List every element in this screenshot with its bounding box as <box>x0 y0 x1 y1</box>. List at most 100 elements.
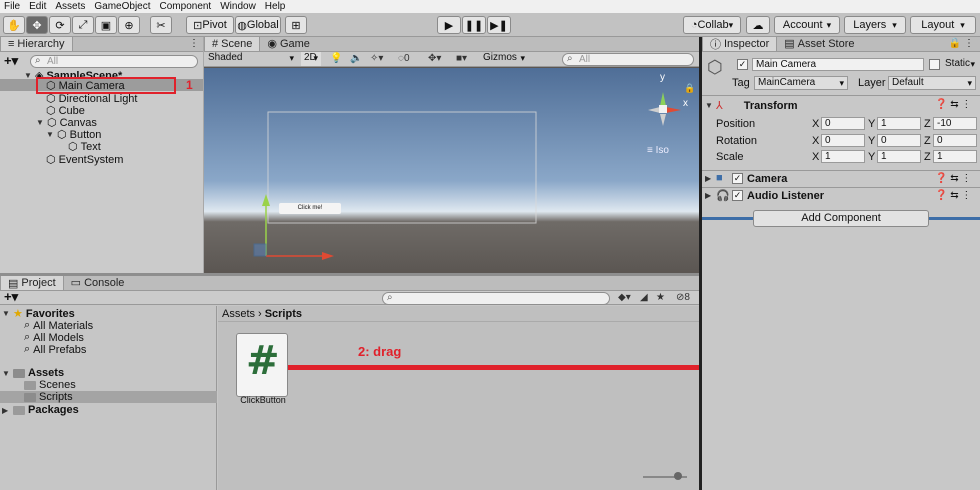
rotation-y-field[interactable]: 0 <box>877 134 921 147</box>
component-menu-icons[interactable]: ❓ ⇆ ⋮ <box>935 173 971 184</box>
static-dropdown[interactable]: Static <box>942 58 978 72</box>
breadcrumb-scripts[interactable]: Scripts <box>265 308 302 320</box>
component-menu-icons[interactable]: ❓ ⇆ ⋮ <box>935 190 971 201</box>
tools-icon[interactable]: ✥▾ <box>428 53 441 64</box>
scale-x-field[interactable]: 1 <box>821 150 865 163</box>
transform-icon: ⅄ <box>716 100 723 112</box>
menu-gameobject[interactable]: GameObject <box>94 1 150 12</box>
packages-row[interactable]: ▶ Packages <box>2 404 79 416</box>
camera-header[interactable]: ▶ ■ <box>705 172 723 184</box>
collab-dropdown[interactable]: ◔ Collab ▾ <box>683 16 741 34</box>
component-menu-icons[interactable]: ❓ ⇆ ⋮ <box>935 99 971 110</box>
item-label: Canvas <box>59 116 97 129</box>
active-checkbox[interactable]: ✓ <box>737 59 748 70</box>
lock-icon[interactable]: 🔒 ⋮ <box>949 38 974 49</box>
tab-asset-store[interactable]: ▤ Asset Store <box>777 37 861 51</box>
menu-assets[interactable]: Assets <box>55 1 85 12</box>
scale-z-field[interactable]: 1 <box>933 150 977 163</box>
add-icon[interactable]: +▾ <box>4 289 18 305</box>
static-checkbox[interactable] <box>929 59 940 70</box>
shading-dropdown[interactable]: Shaded <box>205 52 297 66</box>
play-button[interactable]: ▶ <box>437 16 461 34</box>
assets-row[interactable]: ▼ Assets <box>2 367 64 379</box>
snap-icon[interactable]: ⊞ <box>285 16 307 34</box>
tag-dropdown[interactable]: MainCamera <box>754 76 848 90</box>
script-asset[interactable]: # <box>236 333 288 397</box>
lock-icon[interactable]: 🔒 <box>684 83 695 94</box>
audio-enabled-checkbox[interactable]: ✓ <box>732 190 743 201</box>
hierarchy-item-eventsystem[interactable]: ⬡ EventSystem <box>46 153 123 167</box>
star-icon[interactable]: ★ <box>656 292 665 303</box>
tab-game[interactable]: ◉ Game <box>260 37 317 51</box>
filter-type-icon[interactable]: ◆▾ <box>618 292 631 303</box>
pivot-button[interactable]: ⊡ Pivot <box>186 16 234 34</box>
menu-window[interactable]: Window <box>220 1 256 12</box>
camera-icon[interactable]: ■▾ <box>456 53 467 64</box>
add-icon[interactable]: +▾ <box>4 53 18 69</box>
transform-header[interactable]: ▼ ⅄ Transform <box>705 99 798 113</box>
scale-y-field[interactable]: 1 <box>877 150 921 163</box>
mode-2d-toggle[interactable]: 2D <box>301 52 321 66</box>
camera-label: Camera <box>747 173 788 185</box>
tab-scene[interactable]: # Scene <box>204 37 261 51</box>
menu-component[interactable]: Component <box>160 1 212 12</box>
tab-hierarchy[interactable]: ≡ Hierarchy <box>0 37 73 51</box>
visibility-icon[interactable]: ◌0 <box>398 53 410 64</box>
custom-tool-icon[interactable]: ✂ <box>150 16 172 34</box>
menu-file[interactable]: File <box>4 1 20 12</box>
move-tool-icon[interactable]: ✥ <box>26 16 48 34</box>
tab-console[interactable]: ▭ Console <box>64 276 132 290</box>
global-label: Global <box>246 19 279 31</box>
tag-icon[interactable]: ◢ <box>640 292 648 303</box>
divider <box>702 95 980 96</box>
more-icon[interactable]: ⋮ <box>189 38 199 49</box>
object-name-field[interactable]: Main Camera <box>752 58 924 71</box>
pause-button[interactable]: ❚❚ <box>462 16 486 34</box>
scene-ui-button[interactable]: Click me! <box>279 203 341 214</box>
audio-listener-header[interactable]: ▶ 🎧 <box>705 189 730 202</box>
position-z-field[interactable]: -10 <box>933 117 977 130</box>
tab-project[interactable]: ▤ Project <box>0 276 64 290</box>
account-dropdown[interactable]: Account ▾ <box>774 16 840 34</box>
project-search-input[interactable] <box>382 292 610 305</box>
light-icon[interactable]: 💡 <box>330 53 342 64</box>
favorite-all-prefabs[interactable]: ⌕ All Prefabs <box>24 343 86 356</box>
position-x-field[interactable]: 0 <box>821 117 865 130</box>
cube-icon: ⬡ <box>68 141 78 153</box>
scene-search-input[interactable]: All <box>562 53 694 66</box>
zoom-slider-handle[interactable] <box>674 472 682 480</box>
global-button[interactable]: ◍ Global <box>235 16 281 34</box>
step-button[interactable]: ▶❚ <box>487 16 511 34</box>
cloud-button[interactable]: ☁ <box>746 16 770 34</box>
project-tabbar: ▤ Project ▭ Console <box>0 276 700 291</box>
scene-viewport[interactable]: Click me! y x 🔒 ≡ Iso <box>204 68 699 273</box>
hierarchy-item-text[interactable]: ⬡ Text <box>68 140 101 154</box>
gizmos-dropdown[interactable]: Gizmos <box>480 52 528 66</box>
menu-edit[interactable]: Edit <box>29 1 46 12</box>
folder-scenes[interactable]: Scenes <box>24 379 76 391</box>
camera-enabled-checkbox[interactable]: ✓ <box>732 173 743 184</box>
layers-dropdown[interactable]: Layers ▾ <box>844 16 906 34</box>
position-y-field[interactable]: 1 <box>877 117 921 130</box>
effects-icon[interactable]: ✧▾ <box>370 53 383 64</box>
breadcrumb-assets[interactable]: Assets <box>222 308 255 320</box>
hidden-packages-icon[interactable]: ⊘8 <box>676 292 690 303</box>
audio-icon[interactable]: 🔈 <box>350 53 362 64</box>
transform-tool-icon[interactable]: ⊕ <box>118 16 140 34</box>
hierarchy-search-input[interactable]: All <box>30 55 198 68</box>
headphones-icon: 🎧 <box>716 190 730 202</box>
tab-inspector[interactable]: ⓘ Inspector <box>702 37 778 51</box>
menu-help[interactable]: Help <box>265 1 286 12</box>
folder-scripts[interactable]: Scripts <box>24 391 73 403</box>
layer-dropdown[interactable]: Default <box>888 76 976 90</box>
scale-tool-icon[interactable]: ⤢ <box>72 16 94 34</box>
rect-tool-icon[interactable]: ▣ <box>95 16 117 34</box>
layout-dropdown[interactable]: Layout ▾ <box>910 16 976 34</box>
gizmo-y-label: y <box>660 72 665 83</box>
iso-label[interactable]: ≡ Iso <box>647 145 669 156</box>
add-component-button[interactable]: Add Component <box>753 210 929 227</box>
rotation-z-field[interactable]: 0 <box>933 134 977 147</box>
rotate-tool-icon[interactable]: ⟳ <box>49 16 71 34</box>
hand-tool-icon[interactable]: ✋ <box>3 16 25 34</box>
rotation-x-field[interactable]: 0 <box>821 134 865 147</box>
